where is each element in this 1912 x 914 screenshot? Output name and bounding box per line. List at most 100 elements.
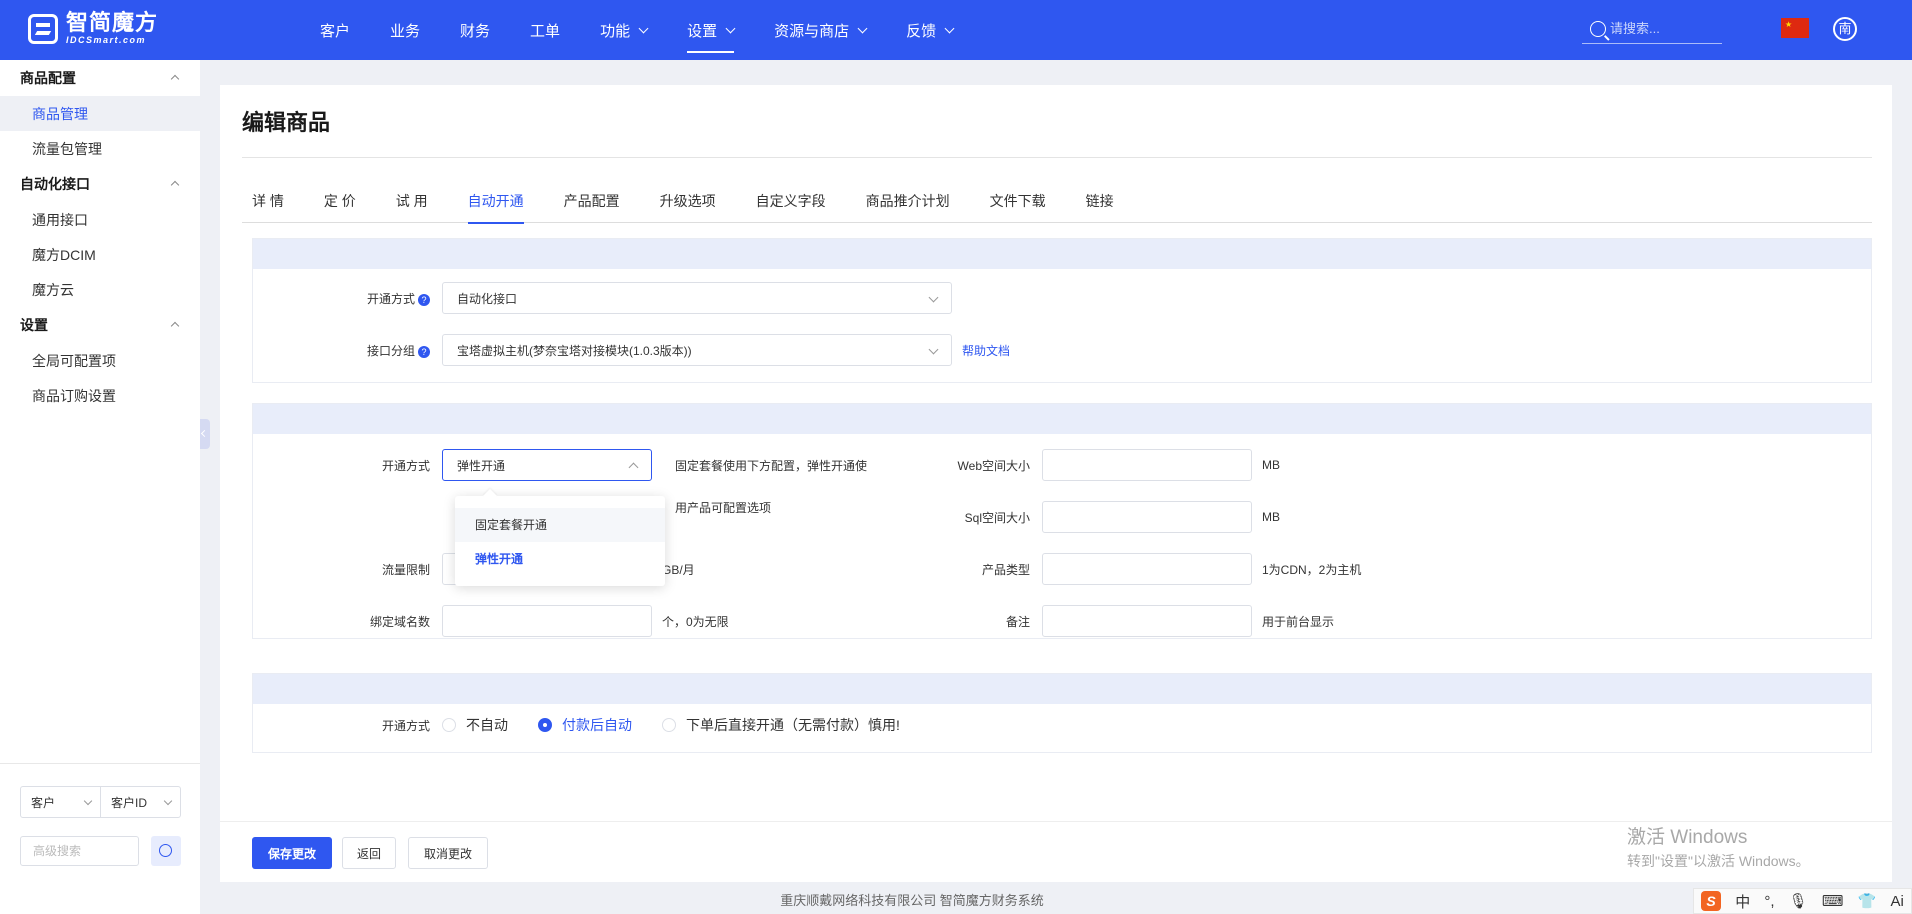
chevron-down-icon — [725, 23, 736, 33]
chevron-down-icon — [163, 796, 173, 806]
chevron-up-icon — [170, 74, 180, 84]
tab-product-config[interactable]: 产品配置 — [544, 185, 640, 223]
tab-pricing[interactable]: 定 价 — [304, 185, 376, 223]
nav-item-business[interactable]: 业务 — [370, 0, 440, 60]
advanced-search-input[interactable] — [20, 836, 139, 866]
section-header — [253, 674, 1871, 704]
radio-auto-after-payment[interactable]: 付款后自动 — [538, 715, 632, 735]
sql-space-input[interactable] — [1042, 501, 1252, 533]
chevron-down-icon — [944, 23, 955, 33]
sidebar-group-product-config[interactable]: 商品配置 — [0, 60, 200, 96]
web-space-input[interactable] — [1042, 449, 1252, 481]
radio-no-auto[interactable]: 不自动 — [442, 715, 508, 735]
open-method-select[interactable]: 自动化接口 — [442, 282, 952, 314]
main-card: 编辑商品 详 情 定 价 试 用 自动开通 产品配置 升级选项 自定义字段 商品… — [220, 85, 1892, 882]
top-search-input[interactable] — [1610, 21, 1710, 36]
sidebar-item-cloud[interactable]: 魔方云 — [0, 272, 200, 307]
nav-label: 工单 — [530, 22, 561, 40]
module-open-method-select[interactable]: 弹性开通 — [442, 449, 652, 481]
sidebar-search-panel: 客户 客户ID — [0, 763, 200, 866]
nav-item-settings[interactable]: 设置 — [667, 0, 754, 60]
radio-provision-on-order[interactable]: 下单后直接开通（无需付款）慎用! — [662, 715, 900, 735]
search-icon[interactable] — [151, 836, 181, 866]
nav-item-tickets[interactable]: 工单 — [510, 0, 580, 60]
ime-mode[interactable]: 中 — [1735, 891, 1750, 912]
nav-item-features[interactable]: 功能 — [580, 0, 667, 60]
sogou-ime-icon[interactable]: S — [1701, 891, 1722, 911]
back-button[interactable]: 返回 — [342, 837, 396, 869]
field-suffix: 1为CDN，2为主机 — [1262, 562, 1362, 577]
ai-assistant[interactable]: Ai — [1890, 893, 1903, 910]
product-type-input[interactable] — [1042, 553, 1252, 585]
logo-text-cn: 智简魔方 — [66, 10, 159, 35]
form-row-sql-space: Sql空间大小 MB — [852, 501, 1280, 533]
field-label: Sql空间大小 — [964, 510, 1030, 525]
filter-type-select[interactable]: 客户 — [21, 787, 100, 817]
sidebar-item-product-management[interactable]: 商品管理 — [0, 96, 200, 131]
logo[interactable]: 智简魔方 IDCSmart.com — [28, 12, 158, 45]
field-suffix: 个，0为无限 — [662, 614, 729, 629]
chevron-down-icon — [638, 23, 649, 33]
form-row-bind-domains: 绑定域名数 个，0为无限 — [252, 605, 729, 637]
hint-line: 固定套餐使用下方配置，弹性开通使 — [675, 459, 868, 473]
form-row-remark: 备注 用于前台显示 — [852, 605, 1334, 637]
help-icon[interactable]: ? — [418, 345, 430, 358]
avatar[interactable]: 南 — [1833, 17, 1857, 41]
radio-circle-icon — [662, 718, 676, 732]
nav-item-customers[interactable]: 客户 — [300, 0, 370, 60]
nav-item-feedback[interactable]: 反馈 — [886, 0, 973, 60]
copyright: 重庆顺戴网络科技有限公司 智简魔方财务系统 — [780, 893, 1044, 908]
sidebar-item-global-config[interactable]: 全局可配置项 — [0, 343, 200, 378]
tab-trial[interactable]: 试 用 — [376, 185, 448, 223]
field-label: 备注 — [1005, 614, 1030, 629]
tab-upgrade-options[interactable]: 升级选项 — [640, 185, 736, 223]
dropdown-option-fixed-package[interactable]: 固定套餐开通 — [455, 508, 665, 542]
help-icon[interactable]: ? — [418, 293, 430, 306]
section-provision-timing — [252, 673, 1872, 753]
chevron-up-icon — [170, 180, 180, 190]
bind-domains-input[interactable] — [442, 605, 652, 637]
search-icon[interactable] — [1590, 20, 1606, 37]
field-suffix: MB — [1262, 510, 1280, 524]
form-row-interface-group: 接口分组? 宝塔虚拟主机(梦奈宝塔对接模块(1.0.3版本)) 帮助文档 — [252, 334, 1010, 366]
sidebar: 商品配置 商品管理 流量包管理 自动化接口 通用接口 魔方DCIM 魔方云 设置… — [0, 60, 200, 914]
nav-item-resources-store[interactable]: 资源与商店 — [754, 0, 886, 60]
top-navbar: 智简魔方 IDCSmart.com 客户 业务 财务 工单 功能 设置 资源与商… — [0, 0, 1912, 60]
section-header — [253, 239, 1871, 269]
skin-icon[interactable]: 👕 — [1858, 892, 1877, 910]
sidebar-item-dcim[interactable]: 魔方DCIM — [0, 237, 200, 272]
nav-label: 功能 — [600, 22, 631, 40]
sidebar-collapse-handle[interactable] — [200, 419, 210, 449]
tab-referral-plan[interactable]: 商品推介计划 — [846, 185, 970, 223]
tab-auto-provision[interactable]: 自动开通 — [448, 185, 544, 224]
interface-group-select[interactable]: 宝塔虚拟主机(梦奈宝塔对接模块(1.0.3版本)) — [442, 334, 952, 366]
help-doc-link[interactable]: 帮助文档 — [962, 342, 1010, 359]
tab-bar: 详 情 定 价 试 用 自动开通 产品配置 升级选项 自定义字段 商品推介计划 … — [242, 185, 1872, 224]
keyboard-icon[interactable]: ⌨ — [1822, 892, 1844, 910]
tab-links[interactable]: 链接 — [1066, 185, 1134, 223]
tab-details[interactable]: 详 情 — [242, 185, 304, 223]
cancel-button[interactable]: 取消更改 — [408, 837, 488, 869]
sidebar-group-settings[interactable]: 设置 — [0, 307, 200, 343]
nav-item-finance[interactable]: 财务 — [440, 0, 510, 60]
dropdown-option-elastic[interactable]: 弹性开通 — [455, 542, 665, 576]
sidebar-group-automation[interactable]: 自动化接口 — [0, 166, 200, 202]
radio-checked-icon — [538, 718, 552, 732]
radio-label: 付款后自动 — [562, 717, 632, 733]
filter-field-select[interactable]: 客户ID — [100, 787, 180, 817]
nav-label: 反馈 — [906, 22, 937, 40]
open-method-hint: 固定套餐使用下方配置，弹性开通使 用产品可配置选项 — [675, 455, 867, 519]
tab-file-downloads[interactable]: 文件下载 — [970, 185, 1066, 223]
sidebar-item-traffic-package[interactable]: 流量包管理 — [0, 131, 200, 166]
field-label: 接口分组? — [252, 342, 442, 359]
punctuation-toggle[interactable]: °, — [1764, 893, 1774, 910]
divider — [242, 157, 1872, 158]
sidebar-item-generic-interface[interactable]: 通用接口 — [0, 202, 200, 237]
sidebar-item-order-settings[interactable]: 商品订购设置 — [0, 378, 200, 413]
remark-input[interactable] — [1042, 605, 1252, 637]
microphone-icon[interactable]: 🎙 — [1789, 892, 1808, 910]
tab-custom-fields[interactable]: 自定义字段 — [736, 185, 846, 223]
save-button[interactable]: 保存更改 — [252, 837, 332, 869]
language-flag-icon[interactable]: ★ — [1781, 18, 1809, 38]
logo-icon — [28, 13, 58, 44]
